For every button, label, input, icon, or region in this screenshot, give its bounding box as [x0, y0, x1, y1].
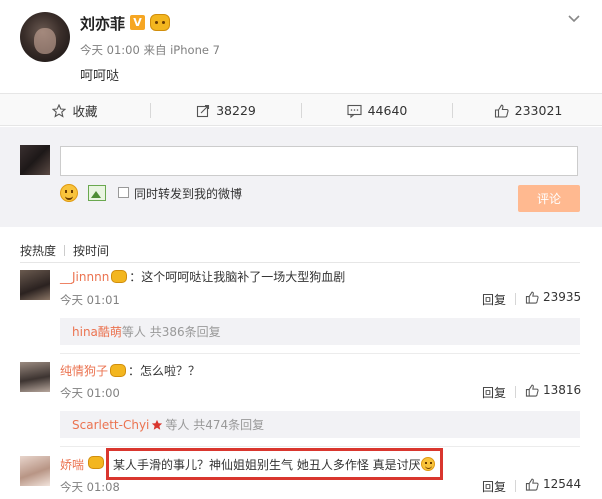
- star-icon: [52, 103, 67, 118]
- comment-like-button[interactable]: 23935: [525, 290, 581, 304]
- comment-text: ：这个呵呵哒让我脑补了一场大型狗血剧: [129, 270, 346, 284]
- vip-face-icon: [86, 456, 106, 470]
- vip-face-icon: [111, 270, 128, 283]
- repost-button[interactable]: 38229: [151, 94, 301, 127]
- weibo-post: 刘亦菲 V 今天 01:00 来自 iPhone 7 呵呵哒: [0, 0, 602, 92]
- action-divider: [515, 480, 516, 492]
- image-upload-icon[interactable]: [88, 185, 106, 201]
- comment-author[interactable]: __Jinnnn: [60, 270, 109, 284]
- comment-time: 今天 01:00: [60, 386, 120, 400]
- sub-reply-author[interactable]: hina酷萌: [72, 323, 122, 340]
- avatar[interactable]: [20, 456, 50, 486]
- tab-sort-time[interactable]: 按时间: [73, 244, 109, 258]
- comment-author[interactable]: 纯情狗子: [60, 364, 108, 378]
- avatar[interactable]: [20, 362, 50, 392]
- comment-button[interactable]: 44640: [302, 94, 452, 127]
- verified-badge-icon: V: [130, 15, 145, 30]
- sub-reply-count: 等人 共386条回复: [121, 325, 221, 339]
- comment-text: ：怎么啦？？: [128, 364, 201, 378]
- avatar[interactable]: [20, 12, 70, 62]
- emoji-icon[interactable]: [60, 184, 78, 202]
- comment-text-content: 某人手滑的事儿？神仙姐姐别生气 她丑人多作怪 真是讨厌: [113, 458, 421, 472]
- divider: [20, 262, 580, 263]
- sort-divider: [64, 245, 66, 256]
- favorite-label: 收藏: [72, 104, 98, 119]
- comment-time: 今天 01:01: [60, 293, 120, 307]
- avatar[interactable]: [20, 270, 50, 300]
- reply-button[interactable]: 回复: [482, 384, 506, 401]
- comment-icon: [347, 104, 362, 118]
- sub-reply-count: 等人 共474条回复: [165, 418, 265, 432]
- post-text: 呵呵哒: [80, 69, 120, 84]
- sub-replies-summary[interactable]: hina酷萌 等人 共386条回复: [60, 318, 580, 345]
- thumbs-up-icon: [525, 291, 539, 304]
- chevron-down-icon[interactable]: [567, 12, 581, 26]
- comment-count: 44640: [367, 103, 408, 118]
- divider: [60, 353, 580, 354]
- action-divider: [515, 386, 516, 398]
- comment-like-count: 23935: [543, 290, 582, 304]
- comment-time: 今天 01:08: [60, 480, 120, 494]
- repost-checkbox[interactable]: [118, 187, 129, 198]
- post-source: 来自 iPhone 7: [143, 43, 220, 57]
- vip-face-icon: [150, 14, 170, 31]
- comment-like-count: 13816: [543, 383, 582, 397]
- smiley-emoji-icon: [420, 457, 435, 471]
- post-username[interactable]: 刘亦菲: [80, 13, 125, 34]
- tab-sort-hot[interactable]: 按热度: [20, 244, 56, 258]
- thumbs-up-icon: [494, 104, 509, 118]
- vip-face-icon: [110, 364, 127, 377]
- comment-input[interactable]: [60, 146, 578, 176]
- favorite-button[interactable]: 收藏: [0, 94, 150, 127]
- submit-comment-button[interactable]: 评论: [518, 185, 580, 212]
- reply-button[interactable]: 回复: [482, 478, 506, 495]
- comment-author[interactable]: 娇喘: [60, 456, 84, 473]
- post-time[interactable]: 今天 01:00: [80, 43, 140, 57]
- thumbs-up-icon: [525, 384, 539, 397]
- comment-text: 某人手滑的事儿？神仙姐姐别生气 她丑人多作怪 真是讨厌: [113, 456, 435, 473]
- repost-count: 38229: [216, 103, 256, 118]
- reply-button[interactable]: 回复: [482, 291, 506, 308]
- comment-body: __Jinnnn ：这个呵呵哒让我脑补了一场大型狗血剧: [60, 268, 345, 285]
- comment-like-count: 12544: [543, 477, 582, 491]
- current-user-avatar: [20, 145, 50, 175]
- divider: [60, 446, 580, 447]
- sub-reply-author[interactable]: Scarlett-Chyi: [72, 418, 149, 432]
- repost-checkbox-label: 同时转发到我的微博: [134, 187, 243, 201]
- action-divider: [515, 293, 516, 305]
- repost-icon: [197, 104, 210, 117]
- sub-replies-summary[interactable]: Scarlett-Chyi 等人 共474条回复: [60, 411, 580, 438]
- comment-body: 纯情狗子 ：怎么啦？？: [60, 362, 200, 379]
- comment-composer: [0, 127, 602, 227]
- like-count: 233021: [514, 103, 563, 118]
- thumbs-up-icon: [525, 478, 539, 491]
- post-meta: 今天 01:00 来自 iPhone 7: [80, 42, 220, 58]
- comment-sort-tabs: 按热度 按时间: [20, 242, 109, 259]
- star-icon: [152, 419, 163, 430]
- comment-like-button[interactable]: 13816: [525, 383, 581, 397]
- like-button[interactable]: 233021: [453, 94, 602, 127]
- post-action-bar: 收藏 38229 44640 233021: [0, 93, 602, 126]
- comment-like-button[interactable]: 12544: [525, 477, 581, 491]
